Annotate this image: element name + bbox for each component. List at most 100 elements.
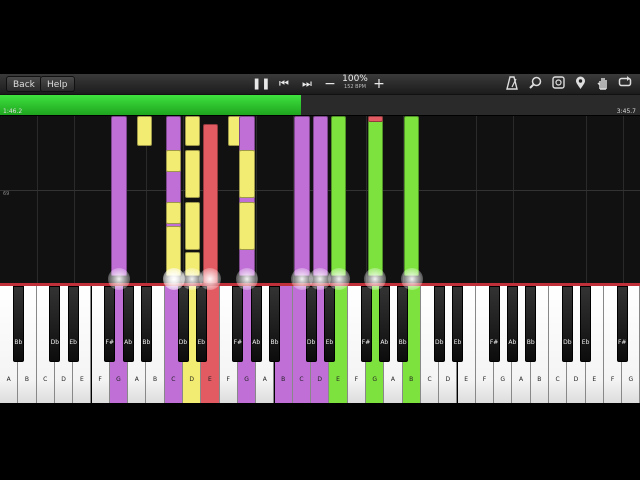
- key-label: F#: [489, 339, 499, 346]
- grid-line: [37, 116, 38, 284]
- black-key[interactable]: Eb: [452, 286, 463, 362]
- key-label: F: [226, 376, 230, 383]
- key-label: B: [24, 376, 29, 383]
- black-key[interactable]: F#: [232, 286, 244, 362]
- note-glow: [327, 268, 350, 290]
- note-glow: [236, 268, 259, 290]
- help-button[interactable]: Help: [40, 76, 75, 92]
- speed-up-button[interactable]: +: [371, 76, 387, 92]
- key-label: E: [592, 376, 597, 383]
- search-icon[interactable]: [527, 76, 543, 92]
- key-label: Ab: [252, 339, 261, 346]
- black-key[interactable]: Ab: [122, 286, 134, 362]
- black-key[interactable]: Db: [305, 286, 317, 362]
- note-bar: [136, 116, 153, 146]
- note-bar: [367, 116, 383, 276]
- elapsed-time: 1:46.2: [3, 108, 23, 115]
- back-button[interactable]: Back: [6, 76, 42, 92]
- key-label: Db: [306, 339, 316, 346]
- key-label: F#: [105, 339, 115, 346]
- key-label: Eb: [581, 339, 590, 346]
- grid-line: [74, 116, 75, 284]
- black-key[interactable]: Bb: [269, 286, 280, 362]
- key-label: C: [299, 376, 304, 383]
- black-key[interactable]: Eb: [323, 286, 335, 362]
- black-key[interactable]: F#: [616, 286, 628, 362]
- key-label: Bb: [526, 339, 535, 346]
- progress-bar[interactable]: 1:46.2 3:45.7: [0, 95, 640, 115]
- black-key[interactable]: F#: [104, 286, 116, 362]
- speed-bpm: 152 BPM: [344, 84, 366, 90]
- settings-icon[interactable]: [550, 76, 566, 92]
- note-bar: [184, 150, 200, 198]
- black-key[interactable]: Db: [177, 286, 189, 362]
- note-bar: [312, 116, 328, 276]
- skip-back-icon[interactable]: ⏮: [276, 76, 292, 92]
- black-key[interactable]: Ab: [378, 286, 390, 362]
- black-key[interactable]: Eb: [67, 286, 79, 362]
- black-key[interactable]: Bb: [397, 286, 409, 362]
- black-key[interactable]: Eb: [580, 286, 592, 362]
- key-label: Bb: [270, 339, 279, 346]
- key-label: Eb: [69, 339, 77, 346]
- note-bar: [404, 116, 420, 276]
- grid-line: [183, 116, 184, 284]
- location-pin-icon[interactable]: [572, 76, 588, 92]
- key-label: B: [281, 376, 286, 383]
- key-label: Ab: [380, 339, 389, 346]
- speed-down-button[interactable]: −: [322, 76, 338, 92]
- black-key[interactable]: Ab: [250, 286, 262, 362]
- loop-icon[interactable]: [617, 76, 633, 92]
- piano-keyboard: A B C D E F G A B C D E F G A B C D E F G A B C D E F G A B C D E F G Bb Db E…: [0, 286, 640, 404]
- key-label: Eb: [197, 339, 206, 346]
- key-label: Eb: [325, 339, 334, 346]
- black-key[interactable]: Db: [49, 286, 61, 362]
- key-label: G: [628, 376, 634, 383]
- note-glow: [364, 268, 387, 290]
- black-key[interactable]: Db: [561, 286, 573, 362]
- black-key[interactable]: Bb: [525, 286, 537, 362]
- key-label: D: [317, 376, 323, 383]
- note-bar: [202, 124, 219, 284]
- note-bar: [184, 116, 200, 146]
- key-label: C: [555, 376, 560, 383]
- black-key[interactable]: Bb: [140, 286, 152, 362]
- key-label: F: [482, 376, 487, 383]
- toolbar: Back Help ❚❚ ⏮ ⏭ − 100% 152 BPM +: [0, 74, 640, 95]
- grid-line: [256, 116, 257, 284]
- black-key[interactable]: Db: [433, 286, 445, 362]
- pause-icon[interactable]: ❚❚: [252, 76, 270, 92]
- grid-line: [513, 116, 514, 284]
- key-label: F: [610, 376, 615, 383]
- key-label: Ab: [508, 339, 517, 346]
- grid-line: [366, 116, 367, 284]
- key-label: Eb: [453, 339, 462, 346]
- black-key[interactable]: Eb: [195, 286, 207, 362]
- key-label: E: [336, 376, 340, 383]
- hand-icon[interactable]: [595, 76, 611, 92]
- note-bar: [111, 116, 127, 276]
- key-label: B: [152, 376, 158, 383]
- key-label: A: [262, 376, 267, 383]
- key-label: C: [427, 376, 432, 383]
- skip-forward-icon[interactable]: ⏭: [299, 76, 315, 92]
- measure-number: 69: [3, 191, 10, 197]
- key-label: G: [500, 376, 506, 383]
- black-key[interactable]: Ab: [506, 286, 518, 362]
- key-label: A: [134, 376, 139, 383]
- key-label: F#: [361, 339, 371, 346]
- key-label: Ab: [124, 339, 133, 346]
- note-bar: [166, 202, 182, 224]
- note-bar: [239, 150, 255, 198]
- note-glow: [400, 268, 423, 290]
- key-label: C: [43, 376, 48, 383]
- note-bar: [330, 116, 347, 276]
- black-key[interactable]: Bb: [12, 286, 24, 362]
- note-bar: [184, 202, 200, 250]
- black-key[interactable]: F#: [360, 286, 372, 362]
- key-label: D: [189, 376, 194, 383]
- metronome-icon[interactable]: [504, 76, 520, 92]
- key-label: G: [116, 376, 121, 383]
- key-label: Db: [434, 339, 444, 346]
- black-key[interactable]: F#: [488, 286, 500, 362]
